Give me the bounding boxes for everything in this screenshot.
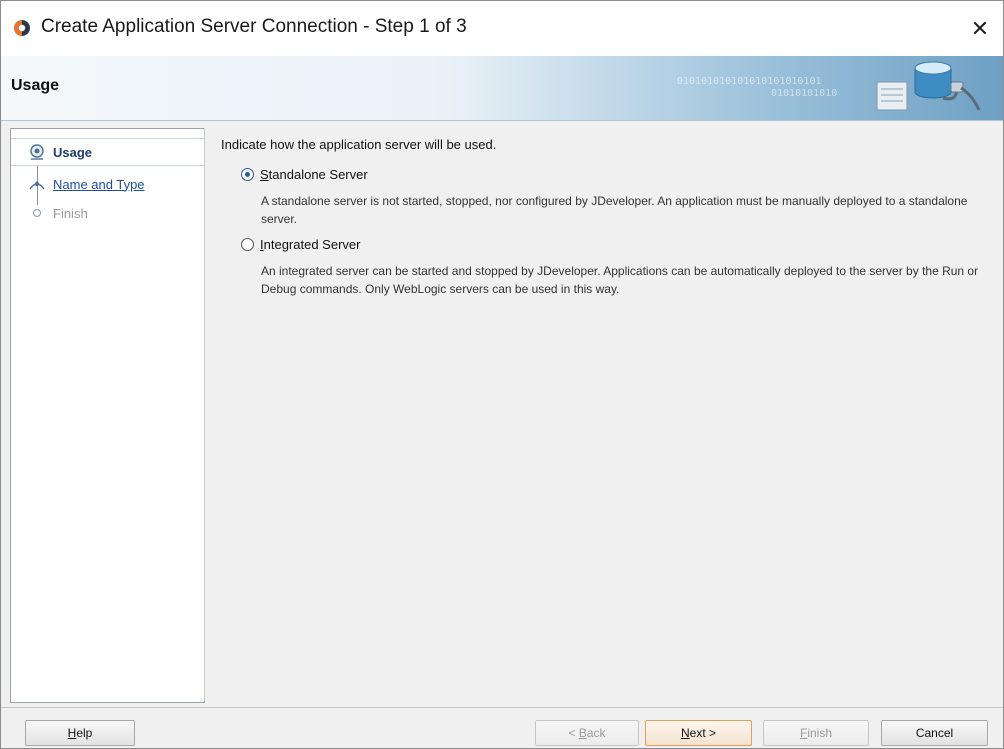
radio-unchecked-icon [241,238,254,251]
usage-prompt: Indicate how the application server will… [221,137,497,152]
back-button[interactable]: < Back [535,720,639,746]
finish-button[interactable]: Finish [763,720,869,746]
dialog-window: Create Application Server Connection - S… [0,0,1004,749]
page-title: Usage [11,77,60,94]
cancel-button[interactable]: Cancel [881,720,988,746]
nav-label-name-and-type: Name and Type [53,176,145,192]
standalone-server-radio[interactable]: Standalone Server [241,167,368,182]
integrated-server-radio[interactable]: Integrated Server [241,237,360,252]
wizard-navigation: Usage Name and Type Finish [10,128,205,703]
nav-label-finish: Finish [53,205,88,221]
nav-item-finish: Finish [11,200,204,226]
standalone-server-description: A standalone server is not started, stop… [261,194,968,226]
page-header: Usage 010101010101010101010101 010101010… [1,56,1003,121]
close-icon: ✕ [970,15,990,41]
step-icon [29,181,45,190]
nav-label-usage: Usage [53,144,93,160]
nav-item-name-and-type[interactable]: Name and Type [11,171,204,197]
next-button[interactable]: Next > [645,720,752,746]
button-bar-separator [1,707,1003,708]
close-button[interactable]: ✕ [957,1,1003,56]
binary-decoration-2: 01010101010 [771,88,838,99]
oracle-app-icon [14,20,30,36]
standalone-server-label: Standalone Server [260,167,368,182]
content-panel: Indicate how the application server will… [204,128,1003,701]
integrated-server-label: Integrated Server [260,237,361,252]
window-title: Create Application Server Connection - S… [41,16,467,37]
panel-divider [204,128,205,701]
current-step-icon [30,144,44,160]
integrated-server-description: An integrated server can be started and … [261,264,979,296]
server-connection-graphic [876,61,981,111]
nav-item-usage[interactable]: Usage [11,138,204,166]
binary-decoration: 010101010101010101010101 [677,76,822,87]
radio-checked-icon [241,168,254,181]
help-button[interactable]: Help [25,720,135,746]
title-bar: Create Application Server Connection - S… [1,1,1003,56]
pending-step-icon [32,208,42,218]
